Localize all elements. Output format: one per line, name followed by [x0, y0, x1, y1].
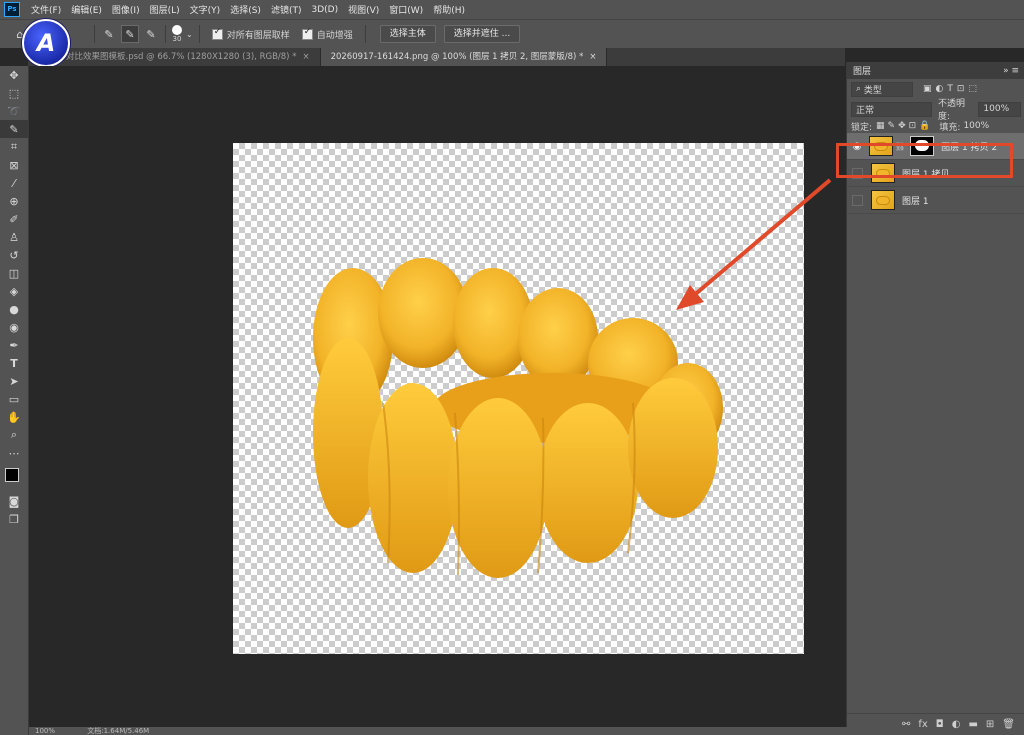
filter-kind-select[interactable]: ⌕ 类型: [851, 81, 913, 97]
add-mask-icon[interactable]: ◘: [936, 719, 944, 730]
layer-filter-row: ⌕ 类型 ▣◐T⊡⬚: [847, 79, 1024, 99]
filter-type-icons[interactable]: ▣◐T⊡⬚: [923, 84, 981, 94]
document-size: 文档:1.64M/5.46M: [87, 727, 150, 735]
blend-opacity-row: 正常 不透明度: 100%: [847, 99, 1024, 122]
lock-label: 锁定:: [851, 122, 873, 133]
opacity-input[interactable]: 100%: [978, 101, 1021, 117]
opacity-value: 100%: [983, 104, 1010, 114]
panel-menu-icon[interactable]: » ≡: [1003, 66, 1019, 76]
panel-title[interactable]: 图层: [853, 64, 871, 77]
zoom-level[interactable]: 100%: [35, 727, 55, 735]
fx-icon[interactable]: fx: [918, 719, 927, 730]
blend-mode-select[interactable]: 正常: [851, 101, 932, 117]
new-group-icon[interactable]: ▬: [968, 719, 977, 730]
trash-icon[interactable]: 🗑: [1002, 719, 1015, 730]
layers-panel-footer: ⚯ fx ◘ ◐ ▬ ⊞ 🗑: [847, 713, 1024, 735]
link-layers-icon[interactable]: ⚯: [902, 719, 910, 730]
adjustment-layer-icon[interactable]: ◐: [952, 719, 961, 730]
lock-fill-row: 锁定: ▦✎✥⊡🔒 填充: 100%: [847, 119, 1024, 133]
layer-name: 图层 1: [902, 196, 929, 207]
annotation-highlight-box: [836, 143, 1013, 178]
layer-thumbnail: [871, 190, 895, 210]
status-bar: 100% 文档:1.64M/5.46M: [29, 727, 851, 735]
layers-panel-header: 图层 » ≡: [847, 62, 1024, 79]
visibility-toggle-off[interactable]: [852, 194, 863, 206]
opacity-label: 不透明度:: [937, 99, 965, 122]
fill-value[interactable]: 100%: [963, 121, 989, 131]
fill-label: 填充:: [939, 122, 961, 133]
blend-mode-value: 正常: [856, 105, 875, 116]
layer-row[interactable]: 图层 1: [847, 187, 1024, 214]
search-icon: ⌕: [856, 84, 862, 94]
lock-icons[interactable]: ▦✎✥⊡🔒: [876, 121, 933, 131]
new-layer-icon[interactable]: ⊞: [986, 719, 994, 730]
filter-kind-value: 类型: [863, 85, 882, 96]
